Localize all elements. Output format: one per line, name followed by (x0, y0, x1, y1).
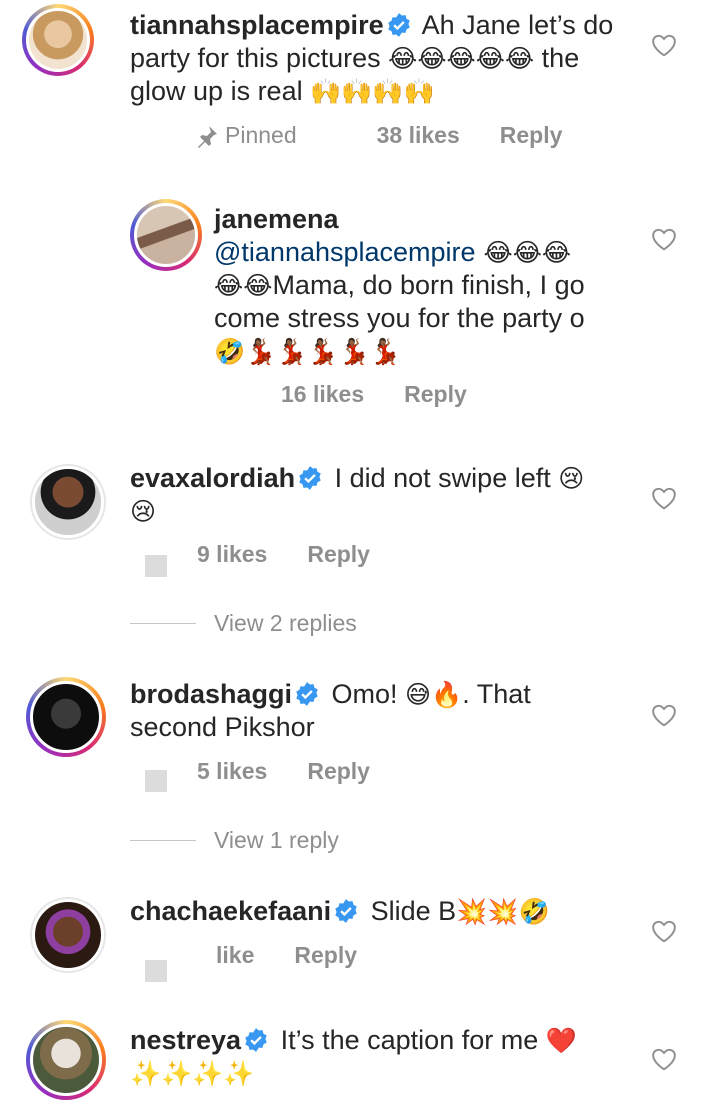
comment-body: It’s the caption for me (280, 1025, 546, 1055)
reply-button[interactable]: Reply (404, 381, 467, 408)
view-replies-button[interactable]: View 1 reply (130, 827, 339, 854)
username[interactable]: nestreya (130, 1025, 241, 1055)
verified-badge-icon (387, 13, 410, 37)
likes-count[interactable]: 9 likes (197, 541, 267, 568)
sparkles-emoji: ✨✨✨✨ (130, 1059, 255, 1088)
comment-text: brodashaggi Omo! 😅🔥. That second Pikshor (130, 678, 620, 744)
comment-meta: Pinned 38 likes Reply (195, 122, 602, 149)
likes-count[interactable]: 16 likes (281, 381, 364, 408)
laughing-emoji-2: 😂😂 (214, 271, 273, 300)
reply-button[interactable]: Reply (307, 758, 370, 785)
avatar[interactable] (22, 4, 94, 76)
laughing-emoji: 😂😂😂😂😂 (388, 44, 535, 73)
placeholder-square (145, 555, 167, 577)
pinned-label: Pinned (195, 122, 337, 149)
pin-icon (198, 125, 217, 148)
comment-text: chachaekefaani Slide B💥💥🤣 (130, 895, 620, 928)
verified-badge-icon (299, 466, 321, 490)
view-replies-label: View 2 replies (214, 610, 357, 636)
heart-outline-icon[interactable] (651, 1047, 677, 1071)
divider-line (130, 623, 196, 624)
placeholder-square (145, 770, 167, 792)
mention-link[interactable]: @tiannahsplacempire (214, 237, 476, 267)
comment-text: janemena @tiannahsplacempire 😂😂😂 😂😂Mama,… (214, 203, 634, 368)
username[interactable]: chachaekefaani (130, 896, 331, 926)
likes-count[interactable]: 38 likes (377, 122, 460, 149)
username[interactable]: evaxalordiah (130, 463, 295, 493)
comment-body: Omo! (331, 679, 406, 709)
comment-meta: 9 likes Reply (197, 541, 410, 568)
username[interactable]: janemena (214, 203, 634, 236)
crying-emoji-2: 😢 (130, 497, 157, 526)
heart-outline-icon[interactable] (651, 486, 677, 510)
reply-button[interactable]: Reply (500, 122, 563, 149)
divider-line (130, 840, 196, 841)
dancer-emoji: 🤣💃🏾💃🏾💃🏾💃🏾💃🏾 (214, 337, 401, 366)
heart-outline-icon[interactable] (651, 703, 677, 727)
raised-hands-emoji: 🙌🙌🙌🙌 (310, 77, 435, 106)
view-replies-button[interactable]: View 2 replies (130, 610, 357, 637)
comment-body: I did not swipe left (334, 463, 559, 493)
avatar[interactable] (26, 1020, 106, 1100)
laughing-emoji: 😂😂😂 (475, 238, 572, 267)
heart-outline-icon[interactable] (651, 919, 677, 943)
collision-emoji: 💥💥🤣 (456, 897, 550, 926)
placeholder-square (145, 960, 167, 982)
avatar[interactable] (30, 464, 106, 540)
red-heart-emoji: ❤️ (545, 1026, 577, 1055)
verified-badge-icon (245, 1028, 267, 1052)
comment-meta: like Reply (216, 942, 397, 969)
avatar[interactable] (30, 897, 106, 973)
comment-body: Slide B (370, 896, 457, 926)
verified-badge-icon (335, 899, 357, 923)
crying-emoji: 😢 (558, 464, 585, 493)
comment-text: tiannahsplacempire Ah Jane let’s do part… (130, 9, 630, 108)
comment-meta: 16 likes Reply (281, 381, 507, 408)
username[interactable]: brodashaggi (130, 679, 292, 709)
likes-count[interactable]: 5 likes (197, 758, 267, 785)
view-replies-label: View 1 reply (214, 827, 339, 853)
reply-button[interactable]: Reply (307, 541, 370, 568)
heart-outline-icon[interactable] (651, 227, 677, 251)
sweat-smile-fire-emoji: 😅🔥 (405, 680, 463, 709)
verified-badge-icon (296, 682, 318, 706)
pinned-text: Pinned (225, 122, 297, 148)
likes-count[interactable]: like (216, 942, 254, 969)
comment-text: nestreya It’s the caption for me ❤️ ✨✨✨✨ (130, 1024, 620, 1090)
avatar[interactable] (130, 199, 202, 271)
comment-meta: 5 likes Reply (197, 758, 410, 785)
heart-outline-icon[interactable] (651, 33, 677, 57)
avatar[interactable] (26, 677, 106, 757)
username[interactable]: tiannahsplacempire (130, 10, 384, 40)
comment-text: evaxalordiah I did not swipe left 😢 😢 (130, 462, 620, 528)
reply-button[interactable]: Reply (294, 942, 357, 969)
